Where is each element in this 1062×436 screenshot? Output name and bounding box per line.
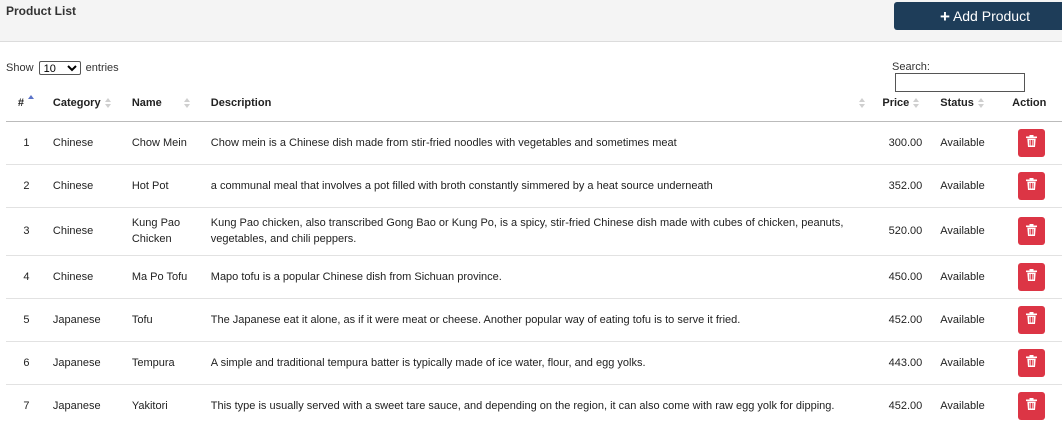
column-header-price[interactable]: Price <box>872 86 935 122</box>
table-row: 5 Japanese Tofu The Japanese eat it alone, … <box>6 297 1062 341</box>
cell-description: Chow mein is a Chinese dish made from st… <box>204 120 873 164</box>
cell-description: Kung Pao chicken, also transcribed Gong … <box>204 206 873 255</box>
cell-price: 452.00 <box>872 383 935 427</box>
column-header-name[interactable]: Name <box>125 86 205 122</box>
sort-icon <box>913 98 920 109</box>
delete-button[interactable] <box>1018 171 1046 200</box>
cell-name: Yakitori <box>125 383 205 427</box>
cell-action <box>1006 163 1062 207</box>
cell-action <box>1006 340 1062 384</box>
cell-category: Chinese <box>46 163 126 207</box>
sort-icon <box>977 98 985 109</box>
cell-category: Japanese <box>46 340 126 384</box>
cell-num: 4 <box>6 254 47 298</box>
cell-category: Chinese <box>46 206 126 255</box>
cell-category: Chinese <box>46 120 126 164</box>
table-row: 4 Chinese Ma Po Tofu Mapo tofu is a popular… <box>6 254 1062 298</box>
trash-icon <box>1026 355 1038 370</box>
sort-icon <box>859 98 866 108</box>
table-row: 1 Chinese Chow Mein Chow mein is a Chinese … <box>6 120 1062 164</box>
cell-price: 450.00 <box>872 254 935 298</box>
table-row: 6 Japanese Tempura A simple and traditional… <box>6 340 1062 384</box>
table-row: 3 Chinese Kung Pao Chicken Kung Pao chicken… <box>6 206 1062 255</box>
cell-description: A simple and traditional tempura batter … <box>204 340 873 384</box>
delete-button[interactable] <box>1018 391 1046 420</box>
cell-status: Available <box>934 120 1007 164</box>
column-header-category[interactable]: Category <box>46 86 126 122</box>
cell-description: This type is usually served with a sweet… <box>204 383 873 427</box>
entries-label: entries <box>85 61 119 74</box>
delete-button[interactable] <box>1018 128 1046 157</box>
entries-select[interactable]: 10 <box>38 61 81 75</box>
trash-icon <box>1026 398 1038 413</box>
cell-action <box>1006 383 1062 427</box>
cell-category: Chinese <box>46 254 126 298</box>
cell-num: 7 <box>6 383 47 427</box>
cell-description: Mapo tofu is a popular Chinese dish from… <box>204 254 873 298</box>
show-label: Show <box>6 61 34 74</box>
plus-icon: + <box>940 6 950 26</box>
delete-button[interactable] <box>1018 217 1046 245</box>
cell-action <box>1006 206 1062 255</box>
cell-action <box>1006 254 1062 298</box>
trash-icon <box>1026 135 1038 150</box>
cell-num: 3 <box>6 206 47 255</box>
trash-icon <box>1026 178 1038 193</box>
cell-num: 2 <box>6 163 47 207</box>
column-header-description[interactable]: Description <box>204 86 873 122</box>
search-label: Search: <box>892 61 930 73</box>
cell-description: The Japanese eat it alone, as if it were… <box>204 297 873 341</box>
cell-price: 300.00 <box>872 120 935 164</box>
sort-icon <box>104 98 112 109</box>
delete-button[interactable] <box>1018 262 1046 291</box>
cell-status: Available <box>934 163 1007 207</box>
cell-category: Japanese <box>46 383 126 427</box>
table-row: 7 Japanese Yakitori This type is usually se… <box>6 383 1062 427</box>
cell-status: Available <box>934 254 1007 298</box>
delete-button[interactable] <box>1018 305 1046 334</box>
page-title: Product List <box>6 4 77 18</box>
delete-button[interactable] <box>1018 348 1046 377</box>
sort-icon <box>183 98 191 109</box>
table-header-row: # Category Name Description Price Status… <box>6 86 1062 122</box>
sort-asc-icon <box>28 95 35 105</box>
cell-status: Available <box>934 206 1007 255</box>
cell-name: Tofu <box>125 297 205 341</box>
cell-action <box>1006 297 1062 341</box>
cell-name: Kung Pao Chicken <box>125 206 205 255</box>
cell-price: 443.00 <box>872 340 935 384</box>
cell-status: Available <box>934 340 1007 384</box>
product-table: # Category Name Description Price Status… <box>6 86 1062 427</box>
cell-num: 6 <box>6 340 47 384</box>
cell-num: 1 <box>6 120 47 164</box>
trash-icon <box>1026 312 1038 327</box>
cell-action <box>1006 120 1062 164</box>
cell-num: 5 <box>6 297 47 341</box>
column-header-num[interactable]: # <box>6 86 47 122</box>
cell-status: Available <box>934 383 1007 427</box>
page-header: Product List + Add Product <box>0 0 1062 42</box>
cell-name: Hot Pot <box>125 163 205 207</box>
table-row: 2 Chinese Hot Pot a communal meal that invo… <box>6 163 1062 207</box>
cell-name: Chow Mein <box>125 120 205 164</box>
cell-price: 352.00 <box>872 163 935 207</box>
add-product-label: Add Product <box>952 8 1030 24</box>
column-header-action: Action <box>1006 86 1062 122</box>
cell-name: Tempura <box>125 340 205 384</box>
column-header-status[interactable]: Status <box>934 86 1007 122</box>
cell-price: 452.00 <box>872 297 935 341</box>
cell-category: Japanese <box>46 297 126 341</box>
trash-icon <box>1026 223 1038 239</box>
cell-description: a communal meal that involves a pot fill… <box>204 163 873 207</box>
cell-price: 520.00 <box>872 206 935 255</box>
cell-status: Available <box>934 297 1007 341</box>
entries-control: Show 10 entries <box>6 61 119 75</box>
cell-name: Ma Po Tofu <box>125 254 205 298</box>
trash-icon <box>1026 269 1038 284</box>
add-product-button[interactable]: + Add Product <box>894 2 1062 30</box>
